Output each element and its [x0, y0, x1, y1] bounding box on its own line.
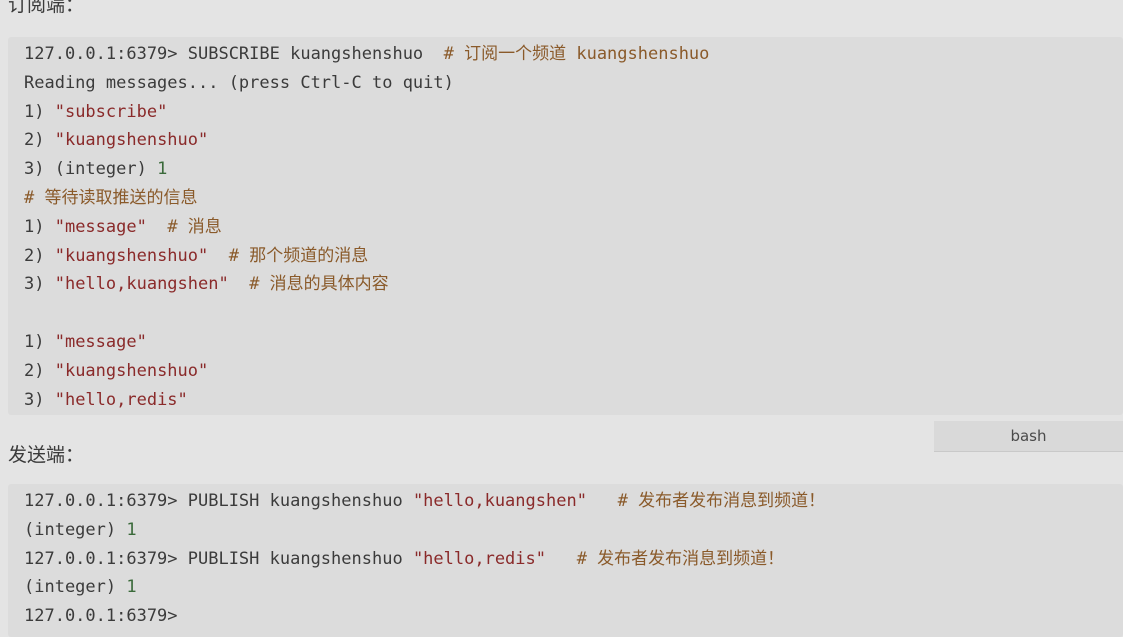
code-line: 1) "message" # 消息	[24, 213, 1123, 242]
code-line: 2) "kuangshenshuo" # 那个频道的消息	[24, 242, 1123, 271]
code-string: "hello,redis"	[412, 548, 546, 569]
code-comment: # 那个频道的消息	[208, 245, 369, 266]
code-text: 127.0.0.1:6379> PUBLISH kuangshenshuo	[24, 548, 413, 569]
code-line: 1) "subscribe"	[24, 98, 1123, 127]
code-text: 3)	[24, 274, 55, 295]
code-string: "kuangshenshuo"	[54, 245, 209, 266]
code-line: Reading messages... (press Ctrl-C to qui…	[24, 69, 1123, 98]
code-line: # 等待读取推送的信息	[24, 184, 1123, 213]
code-text: 127.0.0.1:6379> PUBLISH kuangshenshuo	[24, 491, 413, 511]
code-text: (integer)	[24, 519, 127, 540]
code-text: 2)	[24, 130, 55, 151]
code-text: 1)	[24, 216, 55, 237]
code-line: 2) "kuangshenshuo"	[24, 126, 1123, 155]
code-line: (integer) 1	[24, 516, 1123, 545]
code-comment: # 消息	[146, 216, 222, 237]
code-number: 1	[157, 159, 168, 180]
code-line: 1) "message"	[24, 328, 1123, 357]
code-line: 127.0.0.1:6379> SUBSCRIBE kuangshenshuo …	[24, 40, 1123, 69]
code-line: (integer) 1	[24, 573, 1123, 602]
code-comment: # 发布者发布消息到频道！	[546, 548, 785, 569]
code-text: 127.0.0.1:6379> SUBSCRIBE kuangshenshuo	[24, 44, 444, 64]
code-line: 127.0.0.1:6379>	[24, 602, 1123, 631]
publisher-code-block: 127.0.0.1:6379> PUBLISH kuangshenshuo "h…	[8, 484, 1123, 637]
code-string: "hello,kuangshen"	[412, 491, 587, 511]
code-line: 127.0.0.1:6379> PUBLISH kuangshenshuo "h…	[24, 545, 1123, 574]
code-text: (integer)	[24, 577, 127, 598]
code-text: 3) (integer)	[24, 159, 158, 180]
code-comment: # 消息的具体内容	[228, 274, 389, 295]
code-text: Reading messages... (press Ctrl-C to qui…	[24, 72, 454, 93]
code-text: 2)	[24, 360, 55, 381]
publisher-section-label: 发送端：	[8, 444, 85, 466]
code-number: 1	[126, 577, 137, 598]
code-text: 1)	[24, 331, 55, 352]
code-string: "kuangshenshuo"	[54, 130, 209, 151]
document-page: 订阅端： 127.0.0.1:6379> SUBSCRIBE kuangshen…	[0, 0, 1123, 637]
code-line: 127.0.0.1:6379> PUBLISH kuangshenshuo "h…	[24, 487, 1123, 516]
code-language-tag[interactable]: bash	[934, 421, 1123, 452]
code-string: "kuangshenshuo"	[54, 360, 209, 381]
subscriber-section-label: 订阅端：	[8, 0, 85, 16]
code-line: 3) "hello,kuangshen" # 消息的具体内容	[24, 270, 1123, 299]
code-string: "subscribe"	[54, 101, 168, 122]
code-string: "message"	[54, 216, 147, 237]
code-number: 1	[126, 519, 137, 540]
code-string: "hello,redis"	[54, 389, 188, 410]
code-comment: # 等待读取推送的信息	[24, 187, 198, 208]
code-text: 2)	[24, 245, 55, 266]
code-line: 3) "hello,redis"	[24, 386, 1123, 415]
code-text: 3)	[24, 389, 55, 410]
code-line: 3) (integer) 1	[24, 155, 1123, 184]
code-line: 2) "kuangshenshuo"	[24, 357, 1123, 386]
subscriber-code-block: 127.0.0.1:6379> SUBSCRIBE kuangshenshuo …	[8, 37, 1123, 415]
code-text: 1)	[24, 101, 55, 122]
code-string: "message"	[54, 331, 147, 352]
code-string: "hello,kuangshen"	[54, 274, 229, 295]
code-comment: # 发布者发布消息到频道！	[586, 491, 826, 511]
code-comment: # 订阅一个频道 kuangshenshuo	[443, 44, 710, 64]
code-text: 127.0.0.1:6379>	[24, 606, 178, 627]
